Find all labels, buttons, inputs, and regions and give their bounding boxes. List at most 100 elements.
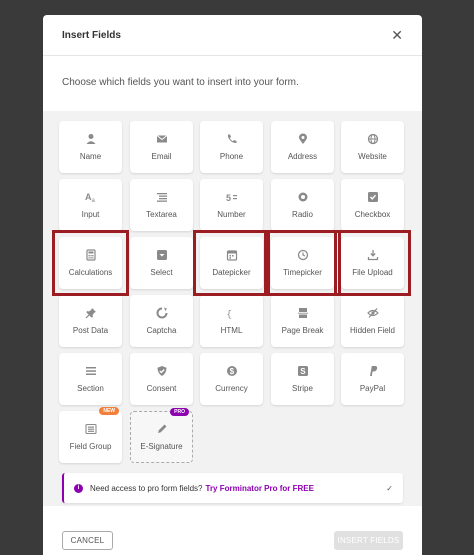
field-tile-calculations[interactable]: Calculations [59, 237, 122, 289]
fields-panel: Name Email Phone Address Website Aa Input Texta… [43, 111, 422, 506]
modal-description: Choose which fields you want to insert i… [62, 77, 299, 88]
captcha-icon [156, 307, 168, 319]
field-tile-post-data[interactable]: Post Data [59, 295, 122, 347]
field-tile-label: Hidden Field [350, 326, 395, 335]
page-break-icon [297, 307, 309, 319]
pin-icon [85, 307, 97, 319]
modal-title: Insert Fields [62, 29, 121, 41]
text-input-icon: Aa [85, 191, 97, 203]
field-tile-label: Checkbox [354, 210, 391, 219]
pro-badge: PRO [170, 408, 189, 416]
field-tile-label: Website [358, 152, 387, 161]
field-tile-label: Phone [219, 152, 244, 161]
field-tile-label: File Upload [352, 268, 393, 277]
info-icon: i [74, 483, 83, 493]
pen-icon [156, 423, 168, 435]
check-icon[interactable]: ✓ [386, 484, 393, 493]
calendar-icon [226, 249, 238, 261]
field-tile-label: E-Signature [140, 442, 183, 451]
field-tile-datepicker[interactable]: Datepicker [200, 237, 263, 289]
code-braces-icon: { } [226, 307, 238, 320]
field-tile-textarea[interactable]: Textarea [130, 179, 193, 231]
svg-text:{ }: { } [226, 310, 238, 320]
insert-fields-button[interactable]: INSERT FIELDS [334, 530, 403, 550]
field-tile-radio[interactable]: Radio [271, 179, 334, 231]
svg-text:S: S [300, 367, 306, 376]
field-tile-label: Currency [215, 384, 248, 393]
field-tile-label: PayPal [359, 384, 386, 393]
try-pro-link[interactable]: Try Forminator Pro for FREE [206, 484, 314, 493]
field-tile-address[interactable]: Address [271, 121, 334, 173]
field-tile-label: Email [151, 152, 172, 161]
eye-off-icon [366, 307, 379, 319]
field-tile-label: Timepicker [283, 268, 322, 277]
svg-text:5: 5 [226, 193, 231, 203]
field-tile-website[interactable]: Website [341, 121, 404, 173]
field-tile-label: Calculations [68, 268, 113, 277]
shield-check-icon [156, 365, 168, 377]
field-tile-field-group[interactable]: Field Group NEW [59, 407, 122, 463]
field-tile-captcha[interactable]: Captcha [130, 295, 193, 347]
field-tile-consent[interactable]: Consent [130, 353, 193, 405]
insert-fields-modal: Insert Fields ✕ Choose which fields you … [43, 15, 422, 555]
calculator-icon [85, 249, 97, 261]
field-tile-email[interactable]: Email [130, 121, 193, 173]
clock-icon [297, 249, 309, 261]
field-tile-label: HTML [220, 326, 243, 335]
field-tile-label: Select [150, 268, 173, 277]
field-tile-label: Post Data [72, 326, 109, 335]
globe-icon [367, 133, 379, 145]
field-tile-label: Section [77, 384, 104, 393]
new-badge: NEW [99, 407, 119, 415]
radio-icon [297, 191, 309, 203]
field-tile-label: Page Break [281, 326, 324, 335]
field-tile-label: Consent [146, 384, 177, 393]
close-icon[interactable]: ✕ [391, 28, 403, 42]
field-tile-paypal[interactable]: PayPal [341, 353, 404, 405]
field-tile-phone[interactable]: Phone [200, 121, 263, 173]
number-icon: 5 [226, 191, 238, 203]
pro-notice-text: Need access to pro form fields? [90, 483, 203, 493]
field-tile-timepicker[interactable]: Timepicker [271, 237, 334, 289]
field-tile-html[interactable]: { } HTML [200, 295, 263, 347]
modal-header: Insert Fields ✕ [43, 15, 422, 55]
field-tile-stripe[interactable]: S Stripe [271, 353, 334, 405]
svg-text:$: $ [229, 367, 234, 376]
currency-icon: $ [226, 365, 238, 377]
field-tile-label: Field Group [69, 442, 112, 451]
section-icon [85, 365, 97, 377]
field-tile-label: Number [217, 210, 246, 219]
field-tile-e-signature[interactable]: E-Signature PRO [130, 408, 193, 463]
field-tile-currency[interactable]: $ Currency [200, 353, 263, 405]
upload-icon [367, 249, 379, 261]
field-tile-label: Stripe [292, 384, 313, 393]
modal-footer: CANCEL INSERT FIELDS [43, 525, 422, 555]
envelope-icon [156, 133, 168, 145]
dropdown-icon [156, 249, 168, 261]
field-tile-file-upload[interactable]: File Upload [341, 237, 404, 289]
field-tile-label: Name [79, 152, 102, 161]
textarea-icon [156, 191, 168, 203]
pro-notice: i Need access to pro form fields? Try Fo… [62, 473, 403, 503]
stripe-icon: S [297, 365, 309, 377]
field-tile-section[interactable]: Section [59, 353, 122, 405]
phone-icon [226, 133, 238, 145]
field-tile-name[interactable]: Name [59, 121, 122, 173]
field-tile-hidden-field[interactable]: Hidden Field [341, 295, 404, 347]
svg-text:a: a [91, 198, 95, 203]
field-tile-label: Datepicker [212, 268, 251, 277]
field-tile-label: Textarea [146, 210, 177, 219]
field-tile-label: Radio [292, 210, 313, 219]
user-icon [85, 133, 97, 145]
cancel-button[interactable]: CANCEL [62, 530, 113, 550]
field-tile-label: Address [287, 152, 318, 161]
field-tile-page-break[interactable]: Page Break [271, 295, 334, 347]
field-tile-checkbox[interactable]: Checkbox [341, 179, 404, 231]
checkbox-icon [367, 191, 379, 203]
field-tile-number[interactable]: 5 Number [200, 179, 263, 231]
field-tile-select[interactable]: Select [130, 237, 193, 289]
paypal-icon [367, 365, 379, 377]
map-pin-icon [297, 133, 309, 145]
field-tile-input[interactable]: Aa Input [59, 179, 122, 231]
field-tile-label: Captcha [146, 326, 177, 335]
